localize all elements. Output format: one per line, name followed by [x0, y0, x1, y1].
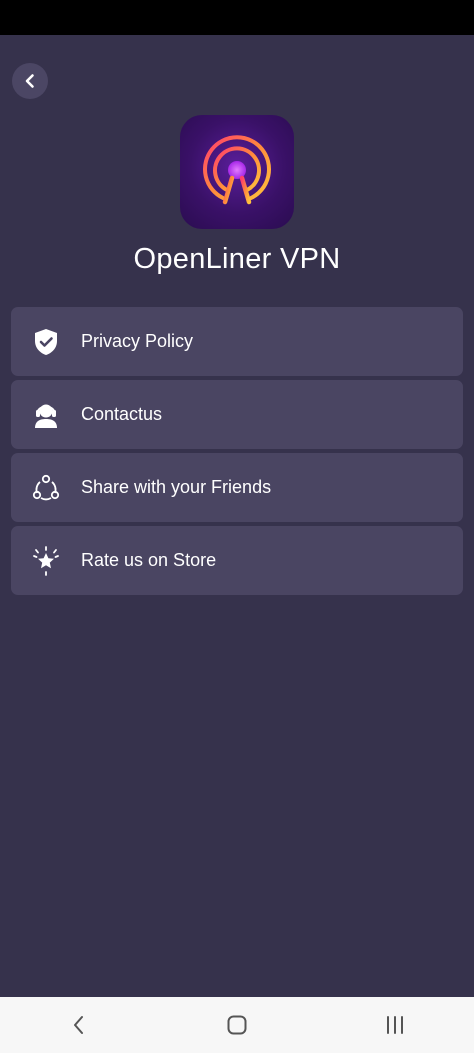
share-network-icon — [31, 473, 61, 503]
menu-item-label: Rate us on Store — [81, 550, 217, 570]
app-name: OpenLiner VPN — [133, 243, 341, 275]
menu-item-label: Contactus — [81, 404, 163, 424]
rate-us-item[interactable]: Rate us on Store — [11, 526, 463, 595]
about-screen: OpenLiner VPN Privacy Policy Contactus S… — [0, 35, 474, 997]
chevron-left-icon — [25, 74, 34, 88]
system-navigation-bar — [0, 997, 474, 1053]
star-sparkle-icon — [31, 545, 61, 576]
privacy-policy-item[interactable]: Privacy Policy — [11, 307, 463, 376]
home-icon — [227, 1015, 247, 1035]
headset-support-icon — [31, 400, 61, 430]
back-icon — [74, 1016, 83, 1034]
contact-us-item[interactable]: Contactus — [11, 380, 463, 449]
status-bar — [0, 0, 474, 35]
nav-back-button[interactable] — [49, 1000, 109, 1050]
shield-check-icon — [31, 327, 61, 357]
back-button[interactable] — [12, 63, 48, 99]
menu-list: Privacy Policy Contactus Share with your… — [11, 307, 463, 599]
nav-recents-button[interactable] — [365, 1000, 425, 1050]
menu-item-label: Privacy Policy — [81, 331, 194, 351]
signal-tower-icon — [203, 135, 271, 205]
share-item[interactable]: Share with your Friends — [11, 453, 463, 522]
recents-icon — [387, 1016, 403, 1034]
menu-item-label: Share with your Friends — [81, 477, 272, 497]
nav-home-button[interactable] — [207, 1000, 267, 1050]
app-logo — [180, 115, 294, 229]
